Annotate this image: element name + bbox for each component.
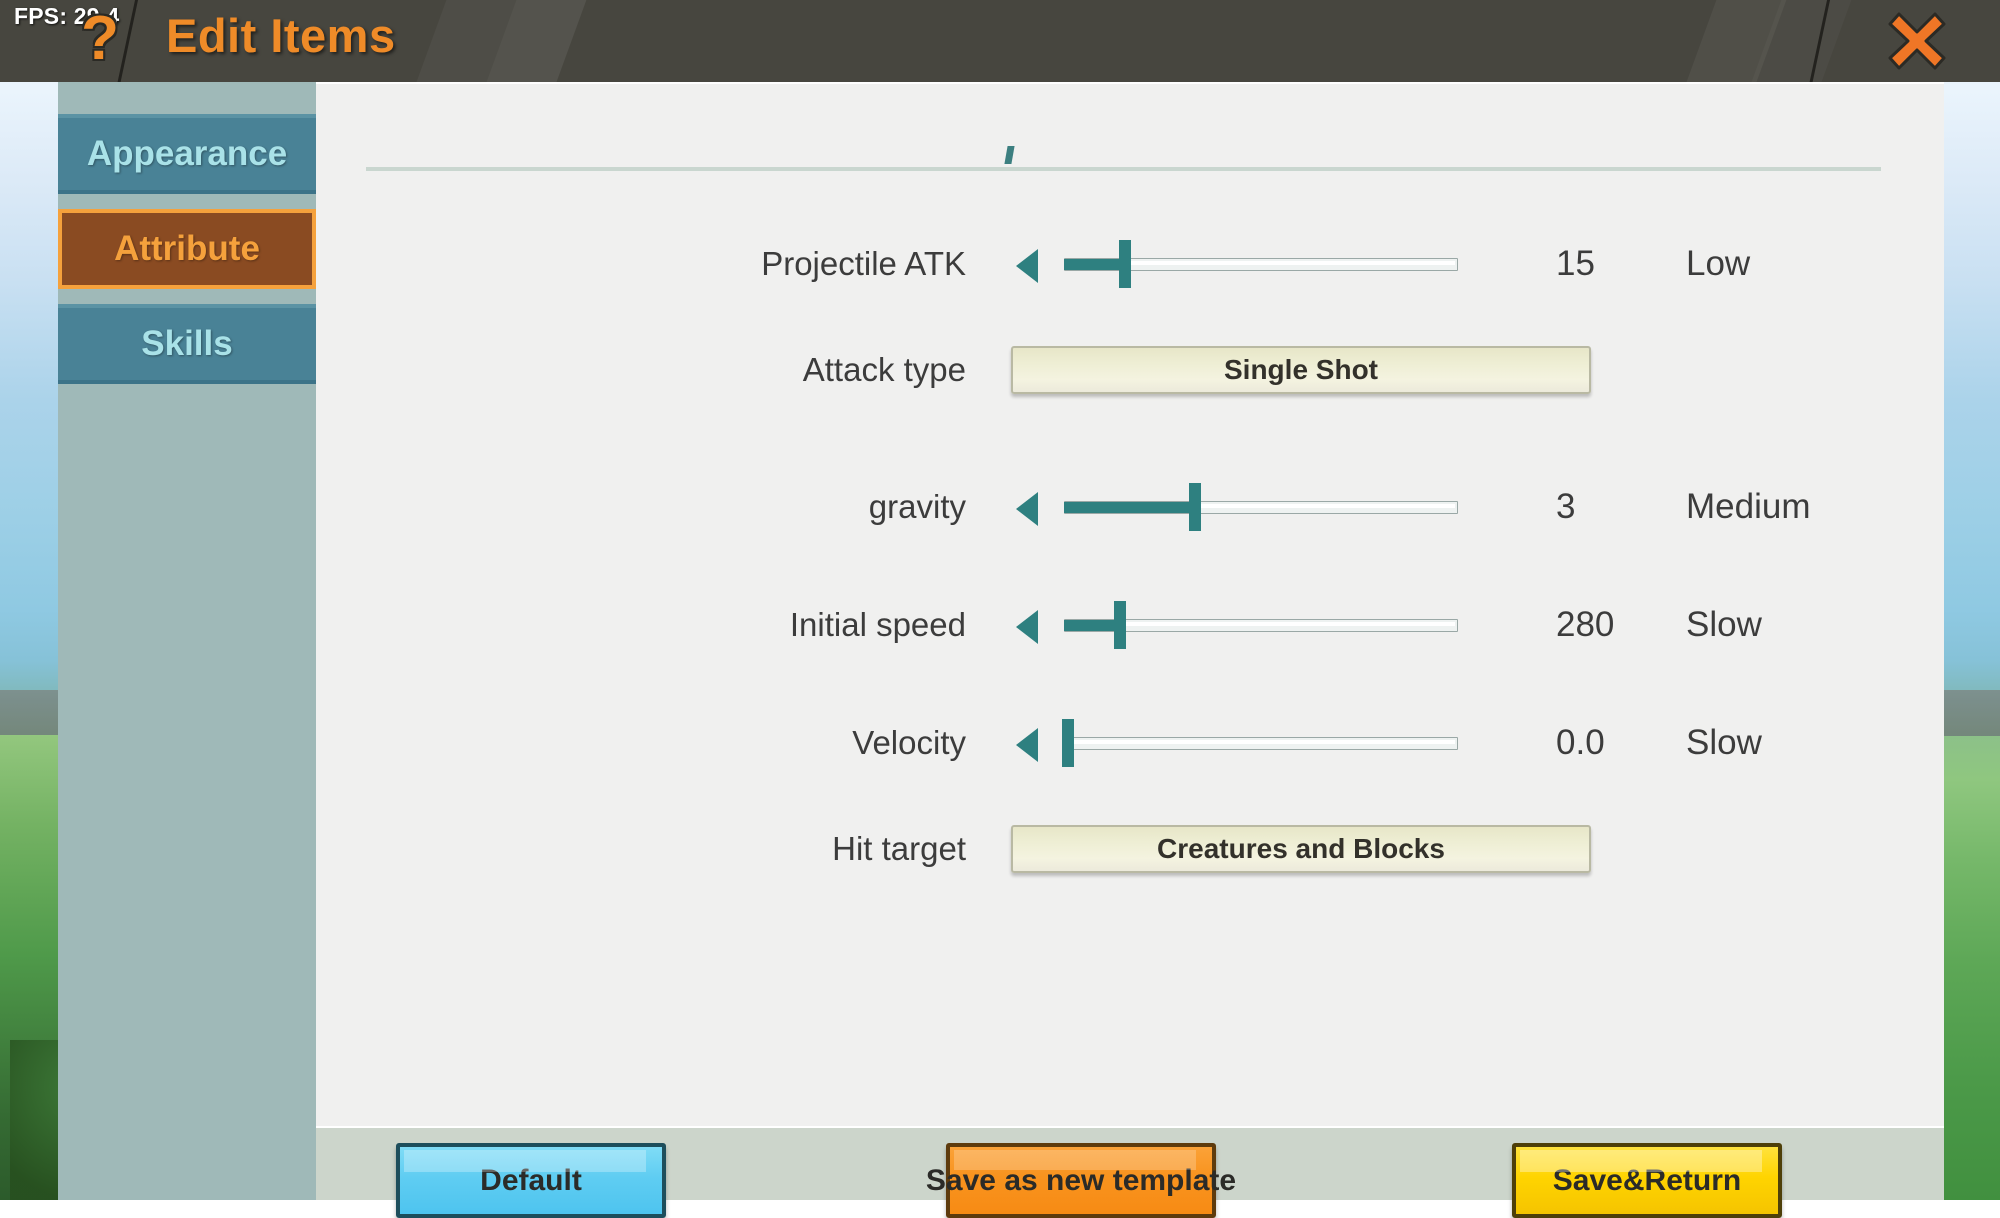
close-button[interactable] [1886,8,1948,70]
projectile-atk-slider[interactable] [1016,234,1506,294]
row-value: 0.0 [1556,723,1676,763]
velocity-slider[interactable] [1016,713,1506,773]
row-qualifier: Slow [1686,723,1762,763]
button-label: Save&Return [1553,1164,1741,1198]
attack-type-dropdown[interactable]: Single Shot [1011,346,1591,394]
row-initial-speed: Initial speed 280 Slow [316,595,1944,655]
footer-bar: Default Save as new template Save&Return [316,1126,1944,1200]
button-label: Save as new template [926,1164,1236,1198]
slider-handle[interactable] [1114,601,1126,649]
attribute-panel: Projectile ATK 15 Low Attack type Single… [316,82,1944,1200]
edit-items-dialog: Appearance Attribute Skills Projectile A… [58,82,1944,1200]
row-label: Attack type [476,351,966,389]
question-mark-icon[interactable]: ? [72,8,128,74]
row-label: Projectile ATK [476,245,966,283]
slider-handle[interactable] [1119,240,1131,288]
title-bar: FPS: 29.4 ? Edit Items [0,0,2000,82]
option-label: Single Shot [1224,354,1378,386]
button-label: Default [480,1164,582,1198]
sidebar-item-label: Skills [141,324,232,364]
row-qualifier: Slow [1686,605,1762,645]
sidebar-item-attribute[interactable]: Attribute [58,209,316,289]
slider-groove [1067,740,1455,744]
hit-target-dropdown[interactable]: Creatures and Blocks [1011,825,1591,873]
triangle-left-icon[interactable] [1016,728,1038,762]
triangle-left-icon[interactable] [1016,492,1038,526]
row-label: gravity [476,488,966,526]
row-hit-target: Hit target Creatures and Blocks [316,819,1944,879]
gravity-slider[interactable] [1016,477,1506,537]
slider-handle[interactable] [1189,483,1201,531]
row-label: Hit target [476,830,966,868]
slider-handle[interactable] [1062,719,1074,767]
row-value: 280 [1556,605,1676,645]
save-as-new-template-button[interactable]: Save as new template [946,1143,1216,1218]
row-projectile-atk: Projectile ATK 15 Low [316,234,1944,294]
triangle-left-icon[interactable] [1016,249,1038,283]
slider-track[interactable] [1064,737,1458,750]
scroll-indicator [1004,146,1014,164]
row-gravity: gravity 3 Medium [316,477,1944,537]
row-value: 15 [1556,244,1676,284]
option-label: Creatures and Blocks [1157,833,1445,865]
row-velocity: Velocity 0.0 Slow [316,713,1944,773]
sidebar-item-appearance[interactable]: Appearance [58,114,316,194]
initial-speed-slider[interactable] [1016,595,1506,655]
sidebar-item-label: Appearance [87,134,287,174]
page-title: Edit Items [166,8,396,63]
close-x-icon [1886,8,1948,70]
row-qualifier: Medium [1686,487,1810,527]
sidebar-item-label: Attribute [114,229,260,269]
triangle-left-icon[interactable] [1016,610,1038,644]
row-label: Initial speed [476,606,966,644]
row-value: 3 [1556,487,1676,527]
row-label: Velocity [476,724,966,762]
default-button[interactable]: Default [396,1143,666,1218]
panel-divider [366,167,1881,171]
slider-fill [1064,259,1124,270]
row-attack-type: Attack type Single Shot [316,340,1944,400]
sidebar: Appearance Attribute Skills [58,82,316,1200]
row-qualifier: Low [1686,244,1750,284]
sidebar-item-skills[interactable]: Skills [58,304,316,384]
slider-fill [1064,620,1119,631]
slider-fill [1064,502,1194,513]
save-and-return-button[interactable]: Save&Return [1512,1143,1782,1218]
